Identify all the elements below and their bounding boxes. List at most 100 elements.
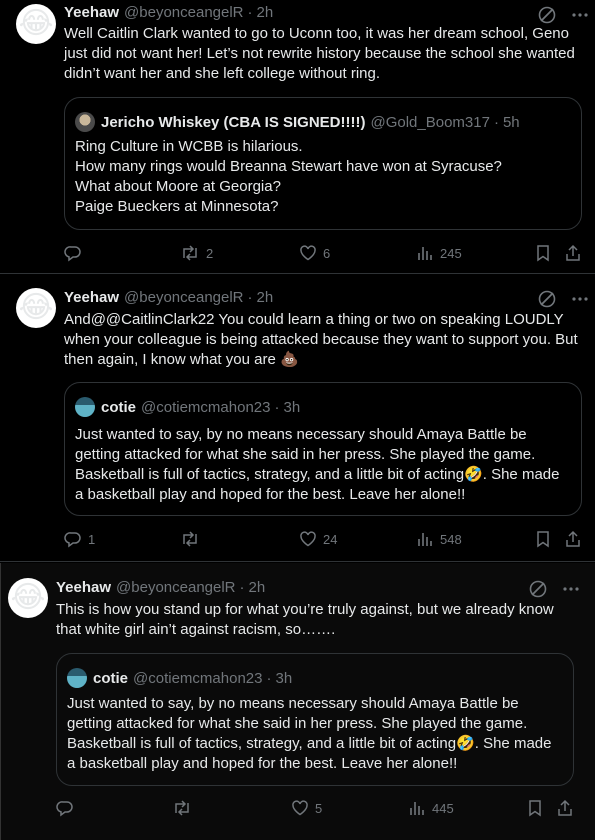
heart-icon: [292, 800, 308, 816]
author-handle[interactable]: @beyonceangelR: [116, 579, 235, 596]
reply-icon: [56, 801, 73, 817]
reply-count: 1: [88, 531, 96, 547]
quote-header: Jericho Whiskey (CBA IS SIGNED!!!!) @Gol…: [75, 112, 520, 132]
quote-author-handle: @cotiemcmahon23: [133, 669, 263, 687]
separator-dot: ·: [266, 669, 272, 687]
quoted-tweet[interactable]: cotie @cotiemcmahon23 · 3h Just wanted t…: [64, 382, 582, 516]
quote-header: cotie @cotiemcmahon23 · 3h: [75, 397, 300, 417]
share-button[interactable]: [564, 529, 582, 549]
like-count: 6: [323, 245, 331, 261]
views-count: 445: [432, 800, 454, 816]
repost-button[interactable]: 2: [180, 243, 213, 263]
bookmark-icon: [537, 531, 549, 548]
separator-dot: ·: [493, 113, 499, 131]
more-icon[interactable]: [571, 6, 589, 24]
reply-button[interactable]: [56, 798, 80, 818]
views-count: 245: [440, 245, 462, 261]
quote-text: Just wanted to say, by no means necessar…: [75, 426, 560, 503]
repost-icon: [183, 531, 197, 547]
like-button[interactable]: 6: [299, 243, 330, 263]
heart-icon: [300, 245, 316, 261]
repost-icon: [183, 245, 197, 261]
quoted-tweet[interactable]: Jericho Whiskey (CBA IS SIGNED!!!!) @Gol…: [64, 97, 582, 230]
repost-button[interactable]: [180, 529, 206, 549]
grok-icon[interactable]: [528, 579, 548, 599]
tweet-header: Yeehaw @beyonceangelR · 2h: [64, 289, 273, 306]
quote-timestamp: 3h: [283, 398, 301, 416]
quote-avatar: [67, 668, 87, 688]
bookmark-button[interactable]: [534, 529, 552, 549]
quote-author-name: cotie: [101, 398, 137, 416]
action-bar: 2 6 245: [64, 243, 582, 263]
like-button[interactable]: 24: [299, 529, 337, 549]
reply-icon: [64, 532, 81, 548]
heart-icon: [300, 531, 316, 547]
grok-icon[interactable]: [537, 5, 557, 25]
quote-header: cotie @cotiemcmahon23 · 3h: [67, 668, 292, 688]
author-handle[interactable]: @beyonceangelR: [124, 289, 243, 306]
bookmark-icon: [529, 800, 541, 817]
more-icon[interactable]: [571, 290, 589, 308]
repost-button[interactable]: [172, 798, 198, 818]
reply-icon: [64, 246, 81, 262]
quote-author-handle: @Gold_Boom317: [370, 113, 490, 131]
share-button[interactable]: [564, 243, 582, 263]
reply-button[interactable]: [64, 243, 88, 263]
views-icon: [418, 533, 432, 546]
separator-dot: ·: [247, 289, 253, 306]
views-icon: [418, 247, 432, 260]
views-count: 548: [440, 531, 462, 547]
share-icon: [566, 530, 580, 547]
more-icon[interactable]: [562, 580, 580, 598]
tweet-text: This is how you stand up for what you’re…: [56, 601, 554, 638]
author-name[interactable]: Yeehaw: [64, 4, 119, 21]
timestamp[interactable]: 2h: [257, 4, 274, 21]
like-count: 5: [315, 800, 323, 816]
separator-dot: ·: [274, 398, 280, 416]
tweet-header: Yeehaw @beyonceangelR · 2h: [64, 4, 273, 21]
tweet-text: Well Caitlin Clark wanted to go to Uconn…: [64, 25, 575, 82]
repost-icon: [175, 800, 189, 816]
avatar[interactable]: 😂: [16, 4, 56, 44]
timestamp[interactable]: 2h: [249, 579, 266, 596]
quote-author-name: cotie: [93, 669, 129, 687]
tweet-text: And@@CaitlinClark22 You could learn a th…: [64, 311, 578, 368]
separator-dot: ·: [247, 4, 253, 21]
quote-author-name: Jericho Whiskey (CBA IS SIGNED!!!!): [101, 113, 366, 131]
action-bar: 1 24 548: [64, 529, 582, 549]
quote-text: Ring Culture in WCBB is hilarious. How m…: [75, 138, 502, 215]
repost-count: 2: [206, 245, 214, 261]
views-button[interactable]: 548: [416, 529, 462, 549]
views-icon: [410, 802, 424, 815]
reply-button[interactable]: 1: [64, 529, 95, 549]
author-name[interactable]: Yeehaw: [56, 579, 111, 596]
bookmark-icon: [537, 245, 549, 262]
share-icon: [558, 799, 572, 816]
quote-timestamp: 3h: [275, 669, 293, 687]
tweet-top-icons: [528, 579, 580, 599]
like-count: 24: [323, 531, 338, 547]
author-handle[interactable]: @beyonceangelR: [124, 4, 243, 21]
quote-timestamp: 5h: [502, 113, 520, 131]
avatar[interactable]: 😂: [8, 578, 48, 618]
separator-dot: ·: [239, 579, 245, 596]
share-icon: [566, 244, 580, 261]
views-button[interactable]: 245: [416, 243, 462, 263]
tweet-header: Yeehaw @beyonceangelR · 2h: [56, 579, 265, 596]
quote-avatar: [75, 112, 95, 132]
timestamp[interactable]: 2h: [257, 289, 274, 306]
quote-author-handle: @cotiemcmahon23: [141, 398, 271, 416]
like-button[interactable]: 5: [291, 798, 322, 818]
author-name[interactable]: Yeehaw: [64, 289, 119, 306]
quoted-tweet[interactable]: cotie @cotiemcmahon23 · 3h Just wanted t…: [56, 653, 574, 786]
action-bar: 5 445: [56, 798, 574, 818]
views-button[interactable]: 445: [408, 798, 454, 818]
quote-text: Just wanted to say, by no means necessar…: [67, 695, 552, 772]
tweet-top-icons: [537, 5, 589, 25]
avatar[interactable]: 😂: [16, 288, 56, 328]
share-button[interactable]: [556, 798, 574, 818]
bookmark-button[interactable]: [526, 798, 544, 818]
bookmark-button[interactable]: [534, 243, 552, 263]
quote-avatar: [75, 397, 95, 417]
grok-icon[interactable]: [537, 289, 557, 309]
